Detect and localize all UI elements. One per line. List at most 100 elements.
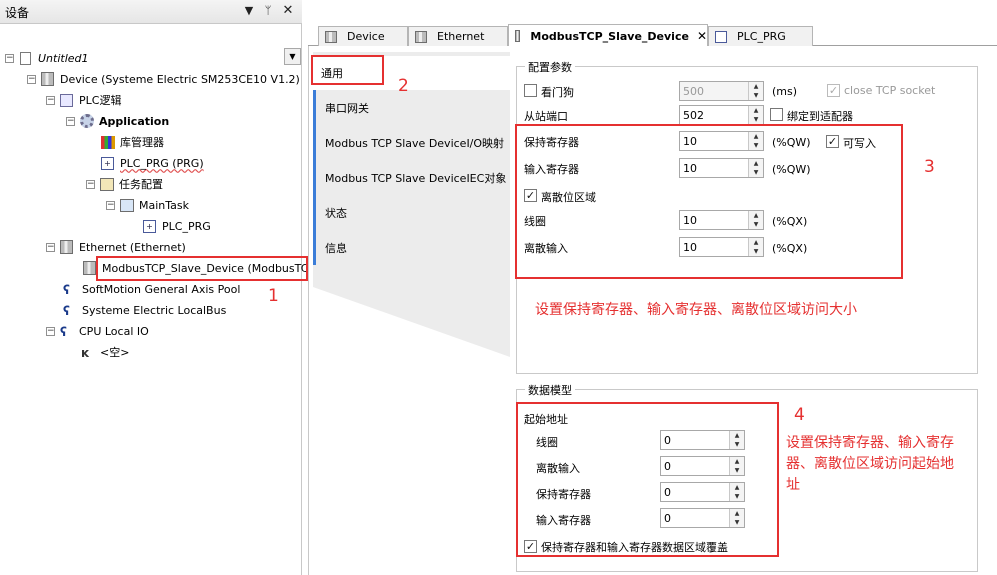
tree-item-cpu-local-io[interactable]: − ʕ CPU Local IO [46, 321, 149, 341]
device-icon [40, 72, 55, 87]
tree-item-label: MainTask [139, 198, 189, 212]
tree-item-label: SoftMotion General Axis Pool [82, 282, 241, 296]
device-icon [325, 30, 337, 43]
collapse-icon[interactable]: − [66, 116, 75, 126]
spinner-value: 500 [683, 85, 704, 98]
nav-serial-gateway[interactable]: 串口网关 [313, 90, 510, 125]
spin-down-icon[interactable]: ▼ [748, 115, 763, 124]
tab-modbus-slave[interactable]: ModbusTCP_Slave_Device ✕ [508, 24, 708, 47]
tree-item-label: CPU Local IO [79, 324, 149, 338]
collapse-icon[interactable]: − [106, 200, 115, 210]
nav-label: Modbus TCP Slave DeviceI/O映射 [325, 136, 505, 150]
program-icon: + [100, 156, 115, 171]
nav-iec-objects[interactable]: Modbus TCP Slave DeviceIEC对象 [313, 160, 510, 195]
spin-down-icon[interactable]: ▼ [748, 91, 763, 100]
tree-item-label: Application [99, 114, 170, 128]
spin-up-icon[interactable]: ▲ [748, 82, 763, 91]
tab-label: ModbusTCP_Slave_Device [530, 29, 689, 43]
device-tree-panel: 设备 ▼ ᛘ ✕ − Untitled1 ▼ − Device (Systeme… [0, 0, 326, 575]
annotation-note-3: 设置保持寄存器、输入寄存器、离散位区域访问大小 [535, 302, 857, 318]
nav-label: 信息 [325, 241, 347, 255]
nav-info[interactable]: 信息 [313, 230, 510, 265]
slave-port-spinner[interactable]: 502 ▲ ▼ [679, 105, 764, 125]
watchdog-unit: (ms) [772, 85, 798, 98]
group-title: 数据模型 [525, 382, 575, 398]
tab-label: Ethernet [437, 30, 485, 43]
axis-icon: ʕ [60, 324, 67, 339]
note-line: 器、离散位区域访问起始地 [786, 456, 954, 472]
tab-plc-prg[interactable]: PLC_PRG [708, 26, 813, 46]
close-icon[interactable]: ✕ [281, 3, 295, 19]
close-socket-checkbox[interactable]: ✓ [827, 84, 840, 97]
group-title: 配置参数 [525, 59, 575, 75]
watchdog-spinner[interactable]: 500 ▲ ▼ [679, 81, 764, 101]
tree-item-label: 库管理器 [120, 136, 164, 149]
tab-label: PLC_PRG [737, 30, 786, 43]
collapse-icon[interactable]: − [86, 179, 95, 189]
nav-tail-shape [313, 287, 510, 357]
nav-io-mapping[interactable]: Modbus TCP Slave DeviceI/O映射 [313, 125, 510, 160]
task-config-icon [99, 177, 114, 192]
slave-port-label: 从站端口 [524, 110, 568, 123]
tree-item-label: PLC_PRG [162, 219, 211, 233]
task-icon [119, 198, 134, 213]
annotation-note-4: 设置保持寄存器、输入寄存 器、离散位区域访问起始地 址 [786, 433, 954, 496]
watchdog-label: 看门狗 [541, 86, 574, 99]
annotation-number-4: 4 [794, 405, 805, 425]
library-icon [100, 135, 115, 150]
tree-item-plc-prg-call[interactable]: + PLC_PRG [142, 216, 211, 236]
empty-slot-icon: ᴋ [81, 345, 89, 360]
annotation-box-1 [96, 256, 308, 281]
tree-item-application[interactable]: − Application [66, 111, 169, 131]
tree-item-softmotion-pool[interactable]: ʕ SoftMotion General Axis Pool [62, 279, 240, 299]
watchdog-checkbox[interactable] [524, 84, 537, 97]
tree-item-localbus[interactable]: ʕ Systeme Electric LocalBus [62, 300, 226, 320]
combo-dropdown-icon[interactable]: ▼ [284, 48, 301, 65]
bind-adapter-label: 绑定到适配器 [787, 110, 853, 123]
dropdown-arrow-icon[interactable]: ▼ [242, 3, 256, 19]
nav-label: Modbus TCP Slave DeviceIEC对象 [325, 171, 507, 185]
device-icon [515, 30, 521, 42]
tree-item-device[interactable]: − Device (Systeme Electric SM253CE10 V1.… [27, 69, 300, 89]
panel-title: 设备 [5, 6, 30, 20]
nav-label: 串口网关 [325, 101, 369, 115]
tab-device[interactable]: Device [318, 26, 408, 46]
axis-icon: ʕ [63, 282, 70, 297]
note-line: 址 [786, 477, 800, 493]
annotation-number-1: 1 [268, 286, 279, 306]
collapse-icon[interactable]: − [46, 95, 55, 105]
close-socket-label: close TCP socket [844, 84, 936, 97]
tab-ethernet[interactable]: Ethernet [408, 26, 508, 46]
tree-item-label: PLC_PRG (PRG) [120, 156, 204, 170]
panel-header: 设备 ▼ ᛘ ✕ [0, 0, 302, 24]
tree-item-label: Untitled1 [38, 51, 89, 65]
collapse-icon[interactable]: − [5, 53, 14, 63]
tree-item-ethernet[interactable]: − Ethernet (Ethernet) [46, 237, 186, 257]
nav-label: 状态 [325, 206, 347, 220]
collapse-icon[interactable]: − [46, 326, 55, 336]
tree-item-main-task[interactable]: − MainTask [106, 195, 189, 215]
program-icon: + [142, 219, 157, 234]
spin-up-icon[interactable]: ▲ [748, 106, 763, 115]
tree-item-task-config[interactable]: − 任务配置 [86, 174, 163, 194]
tree-item-library-manager[interactable]: 库管理器 [100, 132, 164, 152]
collapse-icon[interactable]: − [46, 242, 55, 252]
project-icon [18, 51, 33, 66]
annotation-box-4 [516, 402, 779, 557]
close-icon[interactable]: ✕ [697, 29, 707, 43]
tree-item-project[interactable]: − Untitled1 [5, 48, 89, 68]
collapse-icon[interactable]: − [27, 74, 36, 84]
tree-item-empty-slot[interactable]: ᴋ <空> [80, 342, 129, 362]
spinner-value: 502 [683, 109, 704, 122]
tree-item-label: 任务配置 [119, 178, 163, 191]
tree-item-label: Ethernet (Ethernet) [79, 240, 186, 254]
pin-icon[interactable]: ᛘ [261, 3, 275, 19]
tree-item-plc-logic[interactable]: − PLC逻辑 [46, 90, 121, 110]
annotation-box-2 [311, 55, 384, 85]
bind-adapter-checkbox[interactable] [770, 108, 783, 121]
device-icon [82, 261, 97, 276]
note-line: 设置保持寄存器、输入寄存 [786, 435, 954, 451]
nav-status[interactable]: 状态 [313, 195, 510, 230]
annotation-number-2: 2 [398, 76, 409, 96]
tree-item-plc-prg[interactable]: + PLC_PRG (PRG) [100, 153, 204, 173]
